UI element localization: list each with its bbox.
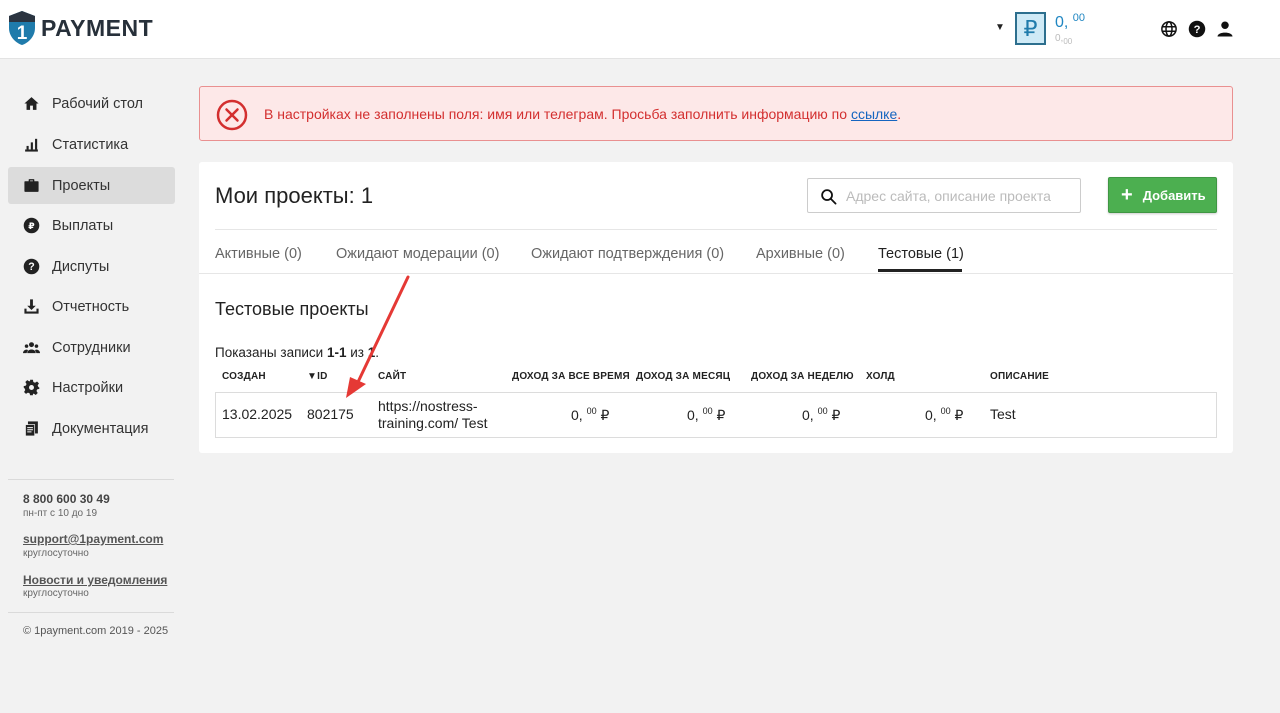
column-header-income-all[interactable]: ДОХОД ЗА ВСЕ ВРЕМЯ <box>512 371 630 382</box>
alert-message: В настройках не заполнены поля: имя или … <box>264 106 902 122</box>
sidebar-divider <box>8 612 174 613</box>
home-icon <box>24 97 39 110</box>
support-email-link[interactable]: support@1payment.com <box>23 532 163 546</box>
news-hours: круглосуточно <box>23 588 89 599</box>
cell-id[interactable]: 802175 <box>307 406 354 422</box>
column-header-description[interactable]: ОПИСАНИЕ <box>990 371 1049 382</box>
support-email-hours: круглосуточно <box>23 548 89 559</box>
alert-settings-link[interactable]: ссылке <box>851 106 897 122</box>
sidebar-item-label: Рабочий стол <box>52 95 144 112</box>
svg-text:₽: ₽ <box>28 221 35 232</box>
help-circle-icon: ? <box>23 258 40 275</box>
user-icon[interactable] <box>1216 20 1234 38</box>
sidebar-item-reports[interactable]: Отчетность <box>8 288 175 325</box>
sidebar-item-label: Отчетность <box>52 298 130 315</box>
globe-icon[interactable] <box>1160 20 1178 38</box>
svg-text:?: ? <box>28 261 34 273</box>
column-header-created[interactable]: СОЗДАН <box>222 371 266 382</box>
active-tab-indicator <box>878 269 962 272</box>
sidebar: Рабочий стол Статистика Проекты ₽ Выплат… <box>0 59 190 713</box>
news-link[interactable]: Новости и уведомления <box>23 573 167 587</box>
logo-shield-icon: 1 <box>9 11 35 45</box>
tabs-divider <box>199 273 1233 274</box>
column-header-hold[interactable]: ХОЛД <box>866 371 895 382</box>
sidebar-item-label: Проекты <box>52 177 111 194</box>
sidebar-item-employees[interactable]: Сотрудники <box>8 329 175 366</box>
cell-hold: 0, 00 ₽ <box>925 406 964 423</box>
gear-icon <box>23 379 40 396</box>
tab-test[interactable]: Тестовые (1) <box>878 246 964 262</box>
add-project-button[interactable]: + Добавить <box>1108 177 1217 213</box>
tabs-divider <box>215 229 1217 230</box>
cell-income-week: 0, 00 ₽ <box>802 406 841 423</box>
sidebar-divider <box>8 479 174 480</box>
cell-site[interactable]: https://nostress-training.com/ Test <box>378 398 487 432</box>
sidebar-item-projects[interactable]: Проекты <box>8 167 175 204</box>
sidebar-item-label: Выплаты <box>52 217 114 234</box>
copyright: © 1payment.com 2019 - 2025 <box>23 625 169 637</box>
sidebar-item-statistics[interactable]: Статистика <box>8 126 175 163</box>
balance-dropdown-caret[interactable]: ▼ <box>995 22 1005 33</box>
bar-chart-icon <box>25 138 38 152</box>
search-input[interactable] <box>846 186 1071 206</box>
error-circle-icon <box>216 99 248 131</box>
balance-secondary: 0,00 <box>1055 33 1073 46</box>
logo[interactable]: 1 PAYMENT <box>8 10 153 46</box>
logo-number: 1 <box>17 23 28 44</box>
settings-warning-alert: В настройках не заполнены поля: имя или … <box>199 86 1233 141</box>
add-project-label: Добавить <box>1142 187 1206 203</box>
sidebar-item-dashboard[interactable]: Рабочий стол <box>8 85 175 122</box>
sidebar-item-label: Сотрудники <box>52 339 131 356</box>
ruble-icon: ₽ <box>23 217 40 234</box>
column-header-id[interactable]: ▼ID <box>307 371 328 382</box>
column-header-site[interactable]: САЙТ <box>378 371 406 382</box>
cell-income-month: 0, 00 ₽ <box>687 406 726 423</box>
tab-moderation[interactable]: Ожидают модерации (0) <box>336 246 499 262</box>
tab-active[interactable]: Активные (0) <box>215 246 302 262</box>
download-icon <box>24 299 39 314</box>
records-summary: Показаны записи 1-1 из 1. <box>215 345 379 360</box>
balance-main: 0, 00 <box>1055 12 1086 31</box>
cell-description: Test <box>990 406 1016 422</box>
sidebar-item-label: Документация <box>52 420 149 437</box>
logo-text: PAYMENT <box>41 14 154 41</box>
top-header: 1 PAYMENT ▼ ₽ 0, 00 0,00 ? <box>0 0 1280 59</box>
column-header-income-month[interactable]: ДОХОД ЗА МЕСЯЦ <box>636 371 730 382</box>
sidebar-item-settings[interactable]: Настройки <box>8 369 175 406</box>
sidebar-item-label: Статистика <box>52 136 129 153</box>
support-phone[interactable]: 8 800 600 30 49 <box>23 492 110 506</box>
briefcase-icon <box>24 179 39 192</box>
plus-icon: + <box>1121 184 1133 206</box>
project-search[interactable] <box>807 178 1081 213</box>
tab-confirmation[interactable]: Ожидают подтверждения (0) <box>531 246 724 262</box>
sidebar-item-label: Диспуты <box>52 258 110 275</box>
tab-archived[interactable]: Архивные (0) <box>756 246 845 262</box>
section-title: Тестовые проекты <box>215 299 369 319</box>
people-icon <box>23 342 40 354</box>
currency-badge[interactable]: ₽ <box>1015 12 1046 45</box>
page-title: Мои проекты: 1 <box>215 183 374 208</box>
cell-created: 13.02.2025 <box>222 406 293 422</box>
svg-text:?: ? <box>1194 24 1201 36</box>
support-phone-hours: пн-пт с 10 до 19 <box>23 508 98 519</box>
search-icon <box>821 189 837 205</box>
documents-icon <box>25 421 38 437</box>
help-icon[interactable]: ? <box>1188 20 1206 38</box>
cell-income-all: 0, 00 ₽ <box>571 406 610 423</box>
sidebar-item-label: Настройки <box>52 379 124 396</box>
projects-panel: Мои проекты: 1 + Добавить Активные (0) О… <box>199 162 1233 453</box>
column-header-income-week[interactable]: ДОХОД ЗА НЕДЕЛЮ <box>751 371 854 382</box>
sidebar-item-documentation[interactable]: Документация <box>8 410 175 447</box>
sidebar-item-disputes[interactable]: ? Диспуты <box>8 248 175 285</box>
sidebar-item-payouts[interactable]: ₽ Выплаты <box>8 207 175 244</box>
